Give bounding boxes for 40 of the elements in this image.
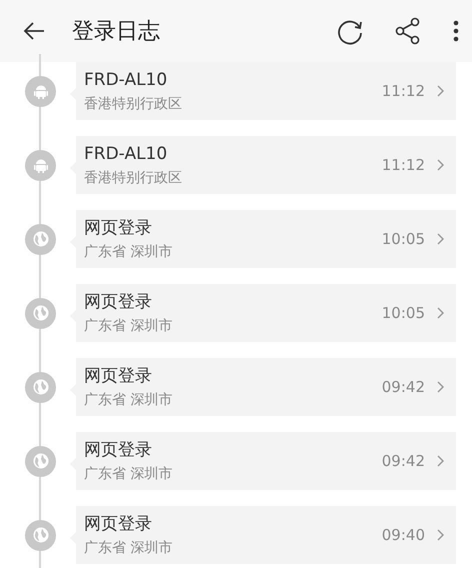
device-name: 网页登录: [84, 512, 153, 534]
chevron-icon: [437, 159, 444, 171]
login-location: 广东省 深圳市: [84, 316, 174, 336]
login-time: 09:40: [382, 526, 425, 544]
device-name: 网页登录: [84, 216, 153, 238]
login-time: 11:12: [382, 156, 425, 174]
android-icon: [34, 84, 48, 98]
device-name: 网页登录: [84, 364, 153, 386]
login-time: 10:05: [382, 230, 425, 248]
login-location: 香港特别行政区: [84, 168, 183, 188]
chevron-icon: [437, 455, 444, 467]
login-location: 广东省 深圳市: [84, 390, 174, 410]
chevron-icon: [437, 307, 444, 319]
login-time: 11:12: [382, 82, 425, 100]
login-location: 广东省 深圳市: [84, 464, 174, 484]
more-icon: [452, 19, 460, 43]
device-name: 网页登录: [84, 290, 153, 312]
chevron-icon: [437, 85, 444, 97]
chevron-icon: [437, 381, 444, 393]
globe-icon: [32, 379, 48, 395]
login-location: 香港特别行政区: [84, 94, 183, 114]
share-icon: [394, 17, 422, 45]
share-button[interactable]: [394, 17, 422, 45]
chevron-icon: [437, 529, 444, 541]
login-location: 广东省 深圳市: [84, 538, 174, 558]
login-time: 09:42: [382, 378, 425, 396]
login-time: 10:05: [382, 304, 425, 322]
globe-icon: [32, 453, 48, 469]
login-location: 广东省 深圳市: [84, 242, 174, 262]
globe-icon: [32, 231, 48, 247]
android-icon: [34, 158, 48, 172]
globe-icon: [32, 305, 48, 321]
chevron-icon: [437, 233, 444, 245]
login-time: 09:42: [382, 452, 425, 470]
more-button[interactable]: [452, 19, 460, 43]
page-title: 登录日志: [72, 18, 161, 46]
device-name: FRD-AL10: [84, 142, 168, 164]
device-name: FRD-AL10: [84, 68, 168, 90]
globe-icon: [32, 527, 48, 543]
device-name: 网页登录: [84, 438, 153, 460]
